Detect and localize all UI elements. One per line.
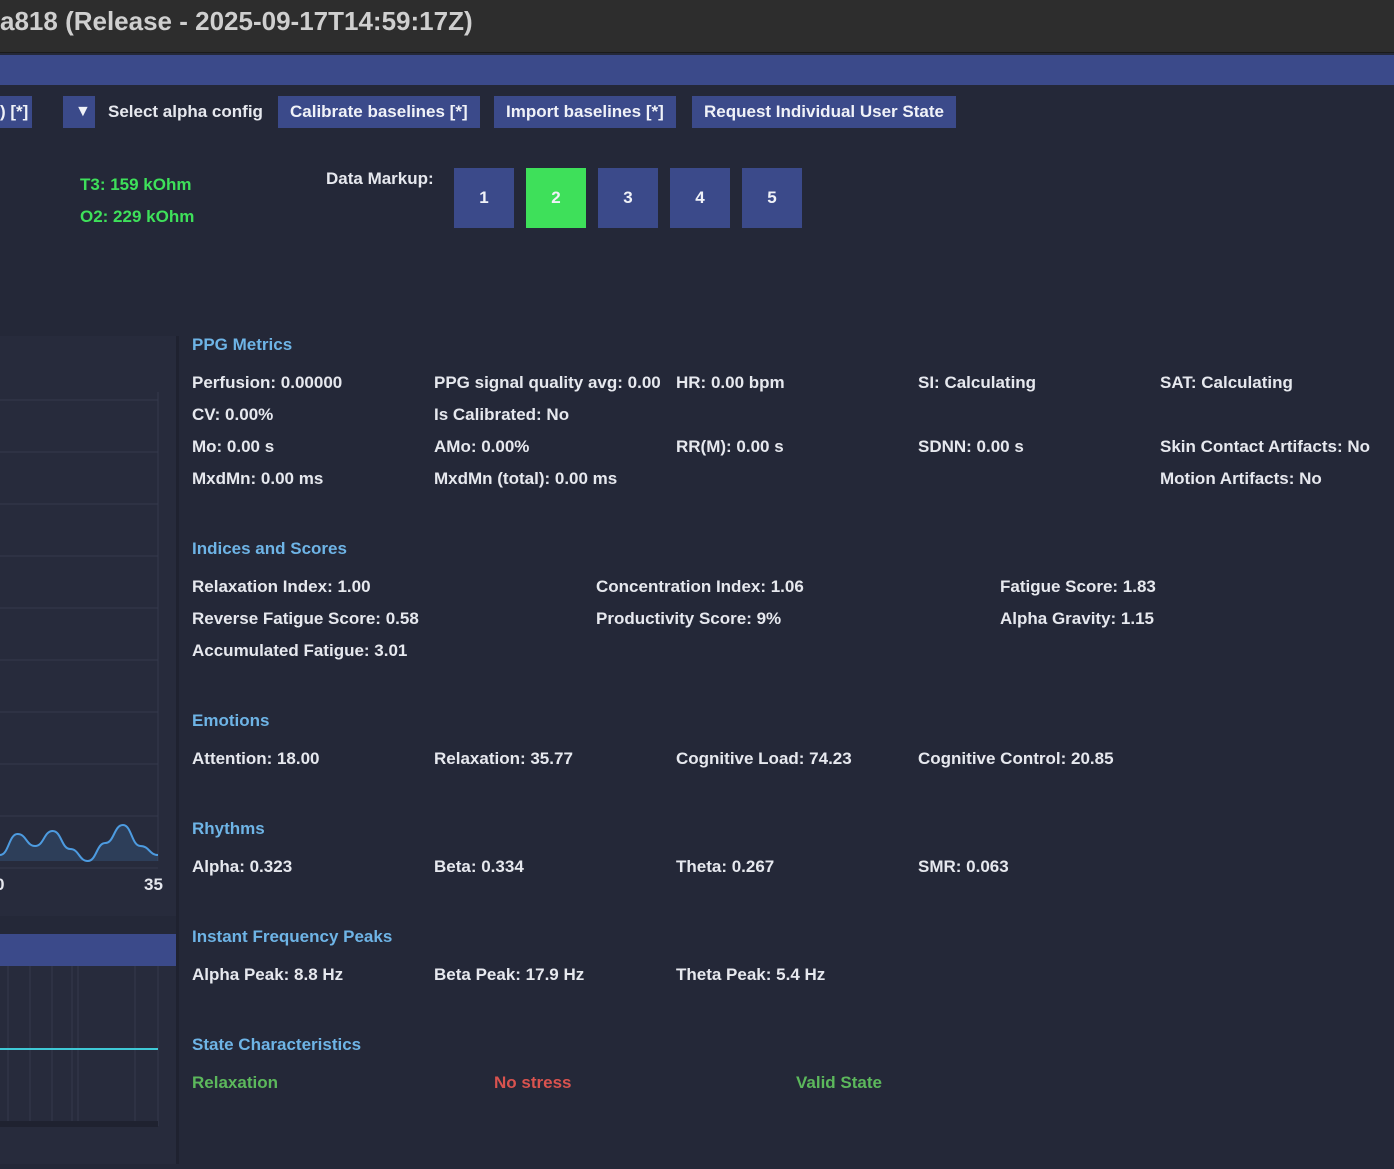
- rhythm-alpha: Alpha: 0.323: [192, 857, 293, 876]
- theta-peak: Theta Peak: 5.4 Hz: [676, 965, 826, 984]
- markup-button-3[interactable]: 3: [598, 168, 658, 228]
- secondary-chart: [0, 966, 159, 1127]
- ppg-hr: HR: 0.00 bpm: [676, 373, 785, 392]
- chart-header-bar: [0, 934, 176, 966]
- ppg-mo: Mo: 0.00 s: [192, 437, 275, 456]
- x-tick-label-1: 35: [144, 875, 163, 894]
- state-section-title: State Characteristics: [192, 1035, 362, 1054]
- markup-button-5[interactable]: 5: [742, 168, 802, 228]
- window-titlebar: a818 (Release - 2025-09-17T14:59:17Z): [0, 0, 1394, 53]
- markup-button-1[interactable]: 1: [454, 168, 514, 228]
- ppg-is-calibrated: Is Calibrated: No: [434, 405, 570, 424]
- emotions-section-title: Emotions: [192, 711, 270, 730]
- rhythms-section-title: Rhythms: [192, 819, 265, 838]
- ppg-mxdmn: MxdMn: 0.00 ms: [192, 469, 324, 488]
- emotion-cognitive-control: Cognitive Control: 20.85: [918, 749, 1114, 768]
- data-markup-label: Data Markup:: [326, 169, 434, 188]
- chart-grid: [0, 392, 159, 869]
- emotion-attention: Attention: 18.00: [192, 749, 320, 768]
- ppg-signal-quality: PPG signal quality avg: 0.00: [434, 373, 661, 392]
- accumulated-fatigue: Accumulated Fatigue: 3.01: [192, 641, 408, 660]
- concentration-index: Concentration Index: 1.06: [596, 577, 804, 596]
- relaxation-index: Relaxation Index: 1.00: [192, 577, 371, 596]
- x-tick-label-0: 0: [0, 875, 4, 894]
- fatigue-score: Fatigue Score: 1.83: [1000, 577, 1156, 596]
- nav-bar: [0, 55, 1394, 85]
- ppg-mxdmn-total: MxdMn (total): 0.00 ms: [434, 469, 618, 488]
- ppg-perfusion: Perfusion: 0.00000: [192, 373, 343, 392]
- impedance-t3: T3: 159 kOhm: [80, 175, 192, 194]
- secondary-chart-panel: [0, 966, 178, 1164]
- emotion-relaxation: Relaxation: 35.77: [434, 749, 573, 768]
- secondary-chart-grid: [0, 966, 159, 1127]
- ppg-sat: SAT: Calculating: [1160, 373, 1293, 392]
- state-valid: Valid State: [796, 1073, 882, 1092]
- chevron-down-icon: ▼: [75, 103, 91, 120]
- markup-button-4[interactable]: 4: [670, 168, 730, 228]
- ppg-motion-artifacts: Motion Artifacts: No: [1160, 469, 1322, 488]
- state-relaxation: Relaxation: [192, 1073, 278, 1092]
- partial-toolbar-button[interactable]: ) [*]: [0, 96, 32, 128]
- ppg-cv: CV: 0.00%: [192, 405, 274, 424]
- rhythm-smr: SMR: 0.063: [918, 857, 1009, 876]
- emotion-cognitive-load: Cognitive Load: 74.23: [676, 749, 852, 768]
- state-stress: No stress: [494, 1073, 572, 1092]
- rhythm-beta: Beta: 0.334: [434, 857, 524, 876]
- ppg-rrm: RR(M): 0.00 s: [676, 437, 784, 456]
- select-alpha-config-label: Select alpha config: [108, 102, 263, 121]
- reverse-fatigue-score: Reverse Fatigue Score: 0.58: [192, 609, 419, 628]
- ppg-amo: AMo: 0.00%: [434, 437, 530, 456]
- productivity-score: Productivity Score: 9%: [596, 609, 782, 628]
- peaks-section-title: Instant Frequency Peaks: [192, 927, 393, 946]
- signal-chart: 0 35: [0, 392, 163, 894]
- markup-button-2[interactable]: 2: [526, 168, 586, 228]
- ppg-si: SI: Calculating: [918, 373, 1037, 392]
- ppg-skin-contact: Skin Contact Artifacts: No: [1160, 437, 1371, 456]
- calibrate-baselines-button[interactable]: Calibrate baselines [*]: [278, 96, 480, 128]
- indices-section-title: Indices and Scores: [192, 539, 347, 558]
- alpha-gravity: Alpha Gravity: 1.15: [1000, 609, 1155, 628]
- rhythm-theta: Theta: 0.267: [676, 857, 775, 876]
- import-baselines-button[interactable]: Import baselines [*]: [494, 96, 676, 128]
- ppg-sdnn: SDNN: 0.00 s: [918, 437, 1024, 456]
- beta-peak: Beta Peak: 17.9 Hz: [434, 965, 585, 984]
- request-user-state-button[interactable]: Request Individual User State: [692, 96, 956, 128]
- ppg-section-title: PPG Metrics: [192, 335, 293, 354]
- alpha-peak: Alpha Peak: 8.8 Hz: [192, 965, 344, 984]
- panel-divider: [176, 336, 179, 1164]
- window-title: a818 (Release - 2025-09-17T14:59:17Z): [0, 6, 473, 36]
- impedance-o2: O2: 229 kOhm: [80, 207, 195, 226]
- alpha-config-dropdown-button[interactable]: ▼: [63, 96, 95, 128]
- signal-chart-panel: 0 35: [0, 336, 178, 916]
